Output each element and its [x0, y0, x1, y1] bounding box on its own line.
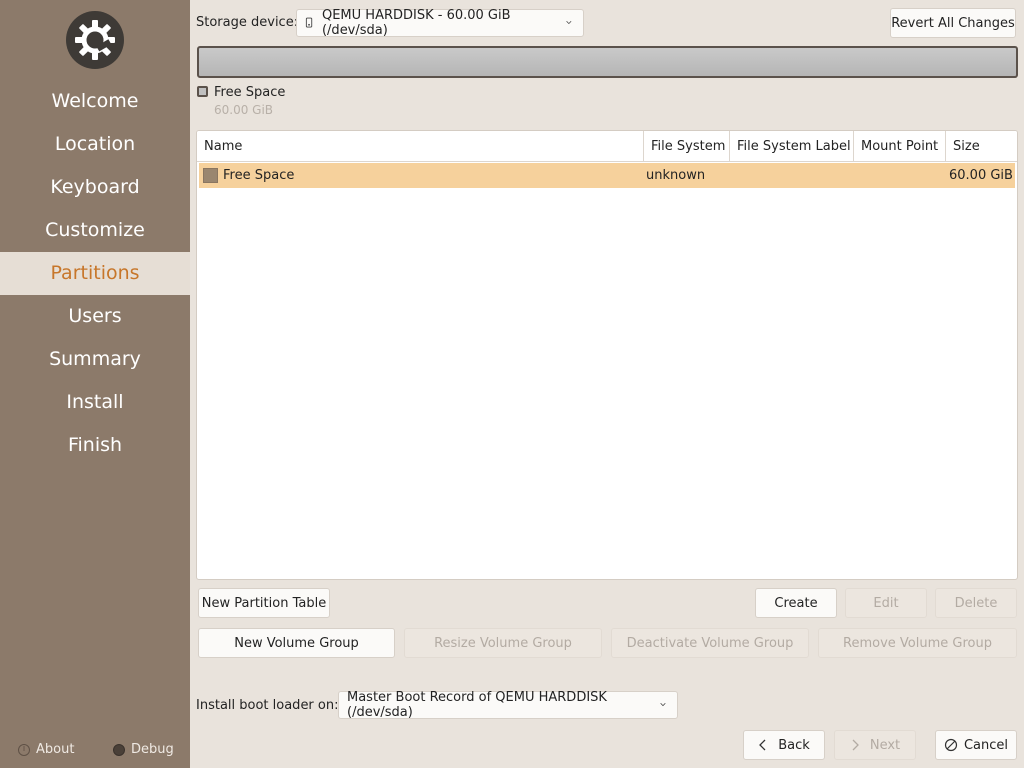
debug-label: Debug	[131, 742, 174, 757]
row-name: Free Space	[223, 168, 295, 183]
sidebar-item-install[interactable]: Install	[0, 381, 190, 424]
revert-all-changes-button[interactable]: Revert All Changes	[890, 8, 1016, 38]
sidebar-nav: Welcome Location Keyboard Customize Part…	[0, 80, 190, 467]
chevron-down-icon	[660, 703, 666, 707]
bootloader-label: Install boot loader on:	[196, 698, 339, 713]
storage-device-select[interactable]: QEMU HARDDISK - 60.00 GiB (/dev/sda)	[296, 8, 584, 38]
new-volume-group-button[interactable]: New Volume Group	[198, 628, 395, 658]
edit-button[interactable]: Edit	[845, 588, 927, 618]
sidebar-item-keyboard[interactable]: Keyboard	[0, 166, 190, 209]
chevron-right-icon	[852, 739, 859, 751]
sidebar-item-summary[interactable]: Summary	[0, 338, 190, 381]
legend-partition-name: Free Space	[214, 85, 286, 100]
partition-table: Name File System File System Label Mount…	[196, 130, 1018, 580]
cancel-button[interactable]: Cancel	[935, 730, 1017, 760]
storage-device-label: Storage device:	[196, 15, 299, 30]
table-row[interactable]: Free Space unknown 60.00 GiB	[199, 163, 1015, 188]
debug-button[interactable]: Debug	[113, 742, 174, 757]
new-partition-table-button[interactable]: New Partition Table	[198, 588, 330, 618]
sidebar-item-customize[interactable]: Customize	[0, 209, 190, 252]
chevron-down-icon	[566, 21, 572, 25]
disk-usage-bar	[197, 46, 1018, 78]
sidebar-footer: About Debug	[0, 742, 190, 760]
next-label: Next	[869, 737, 901, 753]
bug-icon	[113, 743, 125, 756]
row-size: 60.00 GiB	[949, 168, 1013, 183]
sidebar-item-users[interactable]: Users	[0, 295, 190, 338]
cancel-icon	[944, 738, 958, 752]
column-header-filesystem-label[interactable]: File System Label	[729, 131, 853, 162]
next-button[interactable]: Next	[834, 730, 916, 760]
column-header-name[interactable]: Name	[197, 131, 643, 162]
legend-partition-size: 60.00 GiB	[214, 103, 274, 117]
column-header-size[interactable]: Size	[945, 131, 1017, 162]
column-header-mount-point[interactable]: Mount Point	[853, 131, 945, 162]
bootloader-select[interactable]: Master Boot Record of QEMU HARDDISK (/de…	[338, 690, 678, 720]
create-button[interactable]: Create	[755, 588, 837, 618]
partition-color-swatch	[203, 168, 218, 183]
column-header-filesystem[interactable]: File System	[643, 131, 729, 162]
sidebar: Welcome Location Keyboard Customize Part…	[0, 0, 190, 768]
back-label: Back	[778, 737, 810, 753]
back-button[interactable]: Back	[743, 730, 825, 760]
storage-device-value: QEMU HARDDISK - 60.00 GiB (/dev/sda)	[321, 8, 511, 38]
cancel-label: Cancel	[963, 737, 1009, 753]
partitions-page: Storage device: QEMU HARDDISK - 60.00 Gi…	[190, 0, 1024, 768]
bootloader-value: Master Boot Record of QEMU HARDDISK (/de…	[347, 690, 607, 720]
remove-volume-group-button[interactable]: Remove Volume Group	[818, 628, 1017, 658]
harddisk-icon	[305, 17, 313, 28]
sidebar-item-welcome[interactable]: Welcome	[0, 80, 190, 123]
free-space-swatch	[197, 86, 208, 97]
delete-button[interactable]: Delete	[935, 588, 1017, 618]
deactivate-volume-group-button[interactable]: Deactivate Volume Group	[611, 628, 809, 658]
sidebar-item-location[interactable]: Location	[0, 123, 190, 166]
chevron-left-icon	[759, 739, 766, 751]
row-filesystem: unknown	[646, 168, 706, 183]
sidebar-item-partitions[interactable]: Partitions	[0, 252, 190, 295]
calamares-logo-icon	[66, 11, 124, 69]
sidebar-item-finish[interactable]: Finish	[0, 424, 190, 467]
info-icon	[18, 743, 30, 756]
about-label: About	[36, 742, 75, 757]
about-button[interactable]: About	[18, 742, 74, 757]
table-header: Name File System File System Label Mount…	[197, 131, 1017, 162]
resize-volume-group-button[interactable]: Resize Volume Group	[404, 628, 602, 658]
